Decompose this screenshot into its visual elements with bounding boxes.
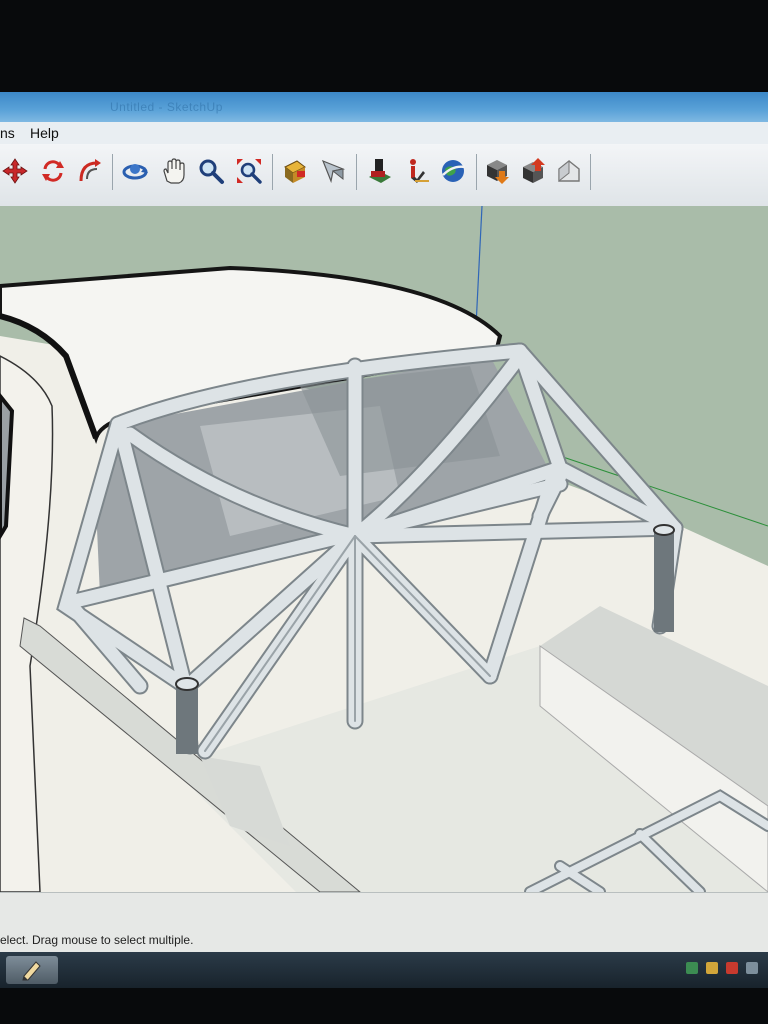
tool-pan[interactable] <box>158 154 188 188</box>
menu-bar: ns Help <box>0 122 768 145</box>
tool-components[interactable] <box>554 154 584 188</box>
toolbar-separator <box>112 154 113 190</box>
pencil-icon <box>22 961 41 981</box>
share-model-icon <box>523 158 545 183</box>
rear-mount-right <box>654 530 674 632</box>
tool-share-model[interactable] <box>518 154 548 188</box>
volume-icon[interactable] <box>706 962 718 974</box>
look-around-icon <box>410 159 429 183</box>
toolbar-separator <box>272 154 273 190</box>
menu-item-partial[interactable]: ns <box>0 125 15 141</box>
tool-walk[interactable] <box>364 154 394 188</box>
window-title: Untitled - SketchUp <box>110 100 223 114</box>
tool-rotate[interactable] <box>38 154 68 188</box>
tool-section-plane[interactable] <box>280 154 310 188</box>
follow-me-icon <box>79 159 101 182</box>
move-icon <box>2 158 28 184</box>
screen: Untitled - SketchUp ns Help elect. Drag … <box>0 0 768 1024</box>
get-models-icon <box>487 160 509 184</box>
google-earth-icon <box>442 160 466 182</box>
toolbar-separator <box>476 154 477 190</box>
status-bar: elect. Drag mouse to select multiple. <box>0 892 768 953</box>
toolbar <box>0 144 768 207</box>
title-bar[interactable]: Untitled - SketchUp <box>0 92 768 122</box>
pan-icon <box>163 158 185 184</box>
3d-viewport[interactable] <box>0 206 768 892</box>
rear-mount-left <box>176 684 198 754</box>
walk-icon <box>369 159 391 183</box>
orbit-icon <box>122 164 148 180</box>
section-plane-icon <box>284 160 306 183</box>
rotate-icon <box>42 160 64 182</box>
tool-follow-me[interactable] <box>74 154 104 188</box>
components-icon <box>558 159 580 183</box>
tool-orbit[interactable] <box>120 154 150 188</box>
tool-zoom-extents[interactable] <box>234 154 264 188</box>
network-icon[interactable] <box>686 962 698 974</box>
tool-look-around[interactable] <box>402 154 432 188</box>
battery-icon[interactable] <box>746 962 758 974</box>
menu-item-help[interactable]: Help <box>30 125 59 141</box>
toolbar-separator <box>590 154 591 190</box>
system-tray <box>686 962 758 974</box>
zoom-icon <box>199 159 224 184</box>
model-canvas[interactable] <box>0 206 768 892</box>
mount-cap-right <box>653 524 675 536</box>
position-camera-icon <box>321 159 346 184</box>
taskbar-app-button[interactable] <box>6 956 58 984</box>
tool-zoom[interactable] <box>196 154 226 188</box>
taskbar <box>0 952 768 988</box>
status-text: elect. Drag mouse to select multiple. <box>0 933 194 947</box>
mount-cap-left <box>175 677 199 691</box>
tool-move[interactable] <box>0 154 30 188</box>
alert-icon[interactable] <box>726 962 738 974</box>
tool-position-camera[interactable] <box>318 154 348 188</box>
tool-google-earth[interactable] <box>438 154 468 188</box>
tool-get-models[interactable] <box>482 154 512 188</box>
toolbar-separator <box>356 154 357 190</box>
zoom-extents-icon <box>237 159 262 184</box>
